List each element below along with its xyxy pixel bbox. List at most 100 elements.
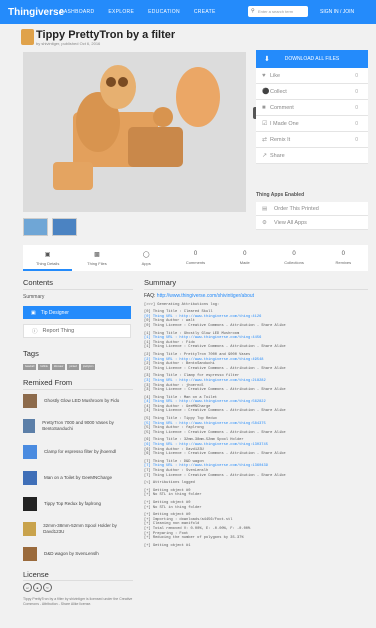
log-block: [+] Getting object #0 [+] Importing : dow… [144, 513, 368, 541]
search-input[interactable]: ⚲ Enter a search term [248, 6, 308, 17]
sign-in-link[interactable]: SIGN IN / JOIN [320, 9, 354, 15]
nav-dashboard[interactable]: DASHBOARD [60, 9, 94, 15]
remix-source-item[interactable]: Man on a Toilet by GeeMNCharge [23, 471, 133, 485]
tab-collections[interactable]: 0 Collections [269, 245, 318, 271]
nav-create[interactable]: CREATE [194, 9, 216, 15]
model-viewer[interactable]: ⛶ [23, 52, 265, 212]
share-icon: ↗ [262, 153, 268, 159]
like-button[interactable]: ♥ Like 0 [256, 68, 368, 84]
comment-count: 0 [355, 104, 358, 111]
log-line: [0] Thing Licence : Creative Commons - A… [144, 323, 286, 328]
summary-heading: Summary [144, 278, 177, 287]
collect-button[interactable]: ⚫ Collect 0 [256, 84, 368, 100]
comment-button[interactable]: ■ Comment 0 [256, 100, 368, 116]
tag[interactable]: jointed [67, 364, 79, 370]
remix-count: 0 [355, 136, 358, 143]
tab-label: Made [239, 260, 250, 265]
creator-avatar[interactable] [21, 29, 34, 45]
tab-count: 0 [243, 251, 247, 257]
made-one-button[interactable]: ☑ I Made One 0 [256, 116, 368, 132]
log-block: [0] Thing Title : Cleared Skull [0] Thing… [144, 310, 368, 328]
tag[interactable]: bobble [38, 364, 50, 370]
heart-icon: ♥ [262, 72, 266, 79]
tab-thing-files[interactable]: ▩ Thing Files [72, 245, 121, 271]
cc-license-icons[interactable]: cc ☻ ↻ [23, 583, 53, 592]
remix-source-label: Man on a Toilet by GeeMNCharge [44, 475, 112, 480]
contents-summary-link[interactable]: Summary [23, 294, 44, 300]
thumbnail-1[interactable] [23, 218, 48, 236]
tip-designer-button[interactable]: ▣ Tip Designer [23, 306, 131, 319]
log-block: [+] Getting object #0 [+] No STL in thing… [144, 489, 368, 498]
model-image [53, 65, 220, 190]
thumbnail-2[interactable] [52, 218, 77, 236]
printer-icon: ▤ [262, 205, 268, 212]
tab-label: Thing Files [87, 260, 107, 266]
top-nav: Thingiverse DASHBOARD EXPLORE EDUCATION … [0, 0, 376, 24]
view-all-apps-label: View All Apps [274, 219, 307, 226]
log-block: [3] Thing Title : Clamp for espresso fil… [144, 374, 368, 392]
share-label: Share [270, 152, 285, 159]
designer-icon: ▣ [31, 309, 36, 316]
comment-icon: ■ [262, 104, 266, 111]
download-all-button[interactable]: ⬇ DOWNLOAD ALL FILES [256, 50, 368, 68]
faq-prefix: FAQ: [144, 293, 156, 299]
remix-thumbnail [23, 547, 37, 561]
remix-source-item[interactable]: D&D wagon by SvenLenslh [23, 547, 133, 561]
log-block: [5] Thing Title : Tippy Top Redux [5] Thi… [144, 417, 368, 435]
remix-source-item[interactable]: Tippy Top Redux by faplrong [23, 497, 133, 511]
remix-source-item[interactable]: Clamp for espresso filter by jhoerndl [23, 445, 133, 459]
log-line: [7] Thing Licence : Creative Commons - A… [144, 473, 286, 478]
made-label: I Made One [270, 120, 299, 127]
remix-source-item[interactable]: PrettyTron 7000 and 9000 Vases by BentoS… [23, 419, 133, 433]
cc-icon: cc [23, 583, 32, 592]
remix-source-item[interactable]: 32mm-38mm-52mm Spool Holder by Davd123U [23, 522, 133, 536]
tab-count: 0 [292, 251, 296, 257]
tab-label: Thing Details [35, 260, 60, 266]
made-icon: ☑ [262, 121, 268, 127]
log-line: [3] Thing Licence : Creative Commons - A… [144, 388, 286, 393]
divider [23, 389, 133, 390]
tab-apps[interactable]: ◯ Apps [122, 245, 171, 271]
tag[interactable]: dinosaur [51, 364, 66, 370]
like-count: 0 [355, 72, 358, 79]
view-all-apps-button[interactable]: ⚙ View All Apps [256, 216, 368, 230]
collect-count: 0 [355, 88, 358, 95]
tab-made[interactable]: 0 Made [220, 245, 269, 271]
remix-button[interactable]: ⇄ Remix It 0 [256, 132, 368, 148]
share-button[interactable]: ↗ Share [256, 148, 368, 164]
tab-comments[interactable]: 0 Comments [171, 245, 220, 271]
apps-icon: ⚙ [262, 219, 267, 226]
log-line: [+] No STL in thing folder [144, 505, 202, 510]
tag[interactable]: baseball [23, 364, 37, 370]
report-thing-button[interactable]: ⓘ Report Thing [23, 324, 131, 338]
order-printed-button[interactable]: ▤ Order This Printed [256, 202, 368, 216]
remix-source-label: Ghostly Glow LED Mushroom by Fido [44, 398, 120, 403]
apps-tab-icon: ◯ [142, 251, 150, 258]
remix-thumbnail [23, 497, 37, 511]
tag[interactable]: prettytron [80, 364, 96, 370]
tab-remixes[interactable]: 0 Remixes [319, 245, 368, 271]
nav-explore[interactable]: EXPLORE [108, 9, 134, 15]
tab-thing-details[interactable]: ▣ Thing Details [23, 245, 73, 271]
site-logo[interactable]: Thingiverse [8, 7, 64, 18]
search-icon: ⚲ [251, 8, 255, 14]
log-line: [+] Getting object #1 [144, 543, 191, 548]
log-line: [2] Thing Licence : Creative Commons - A… [144, 366, 286, 371]
remix-source-item[interactable]: Ghostly Glow LED Mushroom by Fido [23, 394, 133, 408]
remix-thumbnail [23, 419, 36, 433]
log-block: [+] Getting object #0 [+] No STL in thing… [144, 501, 368, 510]
tab-label: Remixes [335, 260, 352, 265]
remix-source-label: Clamp for espresso filter by jhoerndl [44, 449, 117, 454]
faq-link[interactable]: http://www.thingiverse.com/shivintiger/a… [157, 293, 254, 299]
tab-label: Comments [185, 260, 206, 265]
remix-thumbnail [23, 394, 37, 408]
remix-thumbnail [23, 471, 37, 485]
divider [23, 289, 133, 290]
collect-icon: ⚫ [262, 89, 270, 95]
summary-body: FAQ: http://www.thingiverse.com/shivinti… [144, 294, 368, 551]
log-block: [1] Thing Title : Ghostly Glow LED Mushr… [144, 332, 368, 350]
log-line: [1] Thing Licence : Creative Commons - A… [144, 345, 286, 350]
nav-education[interactable]: EDUCATION [148, 9, 180, 15]
tab-count: 0 [341, 251, 345, 257]
comment-label: Comment [270, 104, 294, 111]
